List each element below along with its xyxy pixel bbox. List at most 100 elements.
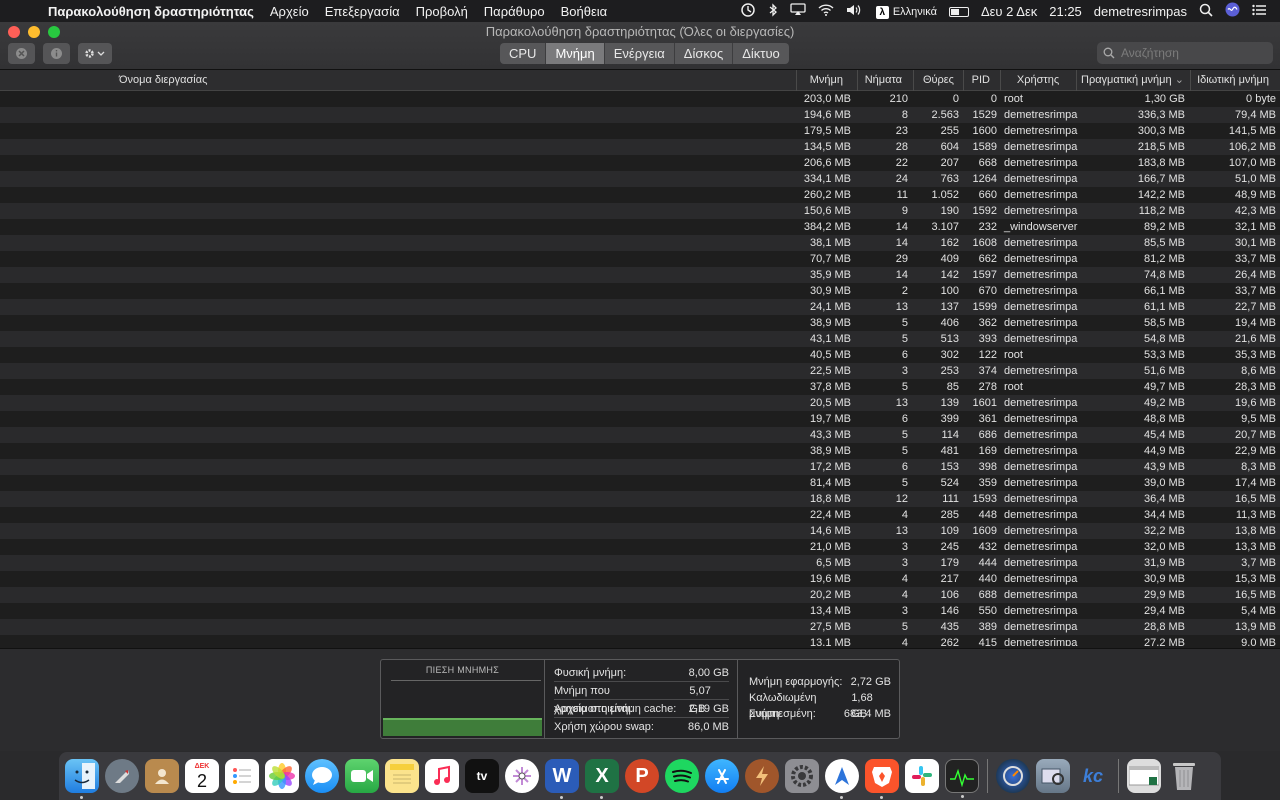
menu-app-name[interactable]: Παρακολούθηση δραστηριότητας (46, 4, 262, 19)
menubar-time[interactable]: 21:25 (1043, 4, 1088, 19)
siri-icon[interactable] (1219, 2, 1246, 20)
table-row[interactable]: 38,1 MB 14 162 1608 demetresrimpa 85,5 MB 30,1… (0, 235, 1280, 251)
menubar-user[interactable]: demetresrimpas (1088, 4, 1193, 19)
messages-icon[interactable] (305, 759, 339, 793)
istat-menus-icon[interactable] (996, 759, 1030, 793)
calendar-icon[interactable]: ΔΕΚ 2 (185, 759, 219, 793)
search-field[interactable] (1097, 42, 1273, 64)
tab-energy[interactable]: Ενέργεια (605, 43, 675, 64)
table-row[interactable]: 70,7 MB 29 409 662 demetresrimpa 81,2 MB 33,7 … (0, 251, 1280, 267)
table-row[interactable]: 81,4 MB 5 524 359 demetresrimpa 39,0 MB 17,4 M… (0, 475, 1280, 491)
bluetooth-icon[interactable] (762, 2, 784, 20)
table-row[interactable]: 384,2 MB 14 3.107 232 _windowserver 89,2 MB 32… (0, 219, 1280, 235)
column-header-threads[interactable]: Νήματα (857, 70, 906, 91)
table-row[interactable]: 14,6 MB 13 109 1609 demetresrimpa 32,2 MB 13,8… (0, 523, 1280, 539)
facetime-icon[interactable] (345, 759, 379, 793)
table-row[interactable]: 19,7 MB 6 399 361 demetresrimpa 48,8 MB 9,5 MB (0, 411, 1280, 427)
table-row[interactable]: 24,1 MB 13 137 1599 demetresrimpa 61,1 MB 22,7… (0, 299, 1280, 315)
table-row[interactable]: 6,5 MB 3 179 444 demetresrimpa 31,9 MB 3,7 MB (0, 555, 1280, 571)
trash-icon[interactable] (1167, 759, 1201, 793)
microsoft-powerpoint-icon[interactable]: P (625, 759, 659, 793)
airplay-icon[interactable] (784, 3, 812, 19)
table-row[interactable]: 194,6 MB 8 2.563 1529 demetresrimpa 336,3 MB 7… (0, 107, 1280, 123)
microsoft-excel-icon[interactable]: X (585, 759, 619, 799)
table-row[interactable]: 13,4 MB 3 146 550 demetresrimpa 29,4 MB 5,4 MB (0, 603, 1280, 619)
table-row[interactable]: 38,9 MB 5 406 362 demetresrimpa 58,5 MB 19,4 M… (0, 315, 1280, 331)
minimized-window-thumbnail[interactable] (1127, 759, 1161, 793)
table-row[interactable]: 22,5 MB 3 253 374 demetresrimpa 51,6 MB 8,6 MB (0, 363, 1280, 379)
notification-center-icon[interactable] (1246, 4, 1272, 19)
menu-window[interactable]: Παράθυρο (476, 4, 553, 19)
table-row[interactable]: 20,2 MB 4 106 688 demetresrimpa 29,9 MB 16,5 M… (0, 587, 1280, 603)
table-row[interactable]: 203,0 MB 210 0 0 root 1,30 GB 0 byte (0, 91, 1280, 107)
contacts-icon[interactable] (145, 759, 179, 793)
battery-icon[interactable] (943, 4, 975, 19)
activity-monitor-icon[interactable] (945, 759, 979, 798)
tab-cpu[interactable]: CPU (500, 43, 547, 64)
table-row[interactable]: 260,2 MB 11 1.052 660 demetresrimpa 142,2 MB 4… (0, 187, 1280, 203)
table-row[interactable]: 206,6 MB 22 207 668 demetresrimpa 183,8 MB 107… (0, 155, 1280, 171)
system-preferences-icon[interactable] (785, 759, 819, 793)
apple-tv-icon[interactable]: tv (465, 759, 499, 793)
table-row[interactable]: 17,2 MB 6 153 398 demetresrimpa 43,9 MB 8,3 MB (0, 459, 1280, 475)
microsoft-word-icon[interactable]: W (545, 759, 579, 799)
column-header-pid[interactable]: PID (963, 70, 994, 91)
table-row[interactable]: 35,9 MB 14 142 1597 demetresrimpa 74,8 MB 26,4… (0, 267, 1280, 283)
table-row[interactable]: 40,5 MB 6 302 122 root 53,3 MB 35,3 MB (0, 347, 1280, 363)
testflight-icon[interactable] (505, 759, 539, 793)
search-input[interactable] (1121, 46, 1261, 60)
table-row[interactable]: 43,1 MB 5 513 393 demetresrimpa 54,8 MB 21,6 M… (0, 331, 1280, 347)
tab-network[interactable]: Δίκτυο (733, 43, 789, 64)
column-header-user[interactable]: Χρήστης (1000, 70, 1075, 91)
table-row[interactable]: 13,1 MB 4 262 415 demetresrimpa 27,2 MB 9,0 MB (0, 635, 1280, 646)
menu-file[interactable]: Αρχείο (262, 4, 317, 19)
inspect-process-button[interactable] (43, 43, 70, 64)
column-header-ports[interactable]: Θύρες (913, 70, 958, 91)
table-row[interactable]: 30,9 MB 2 100 670 demetresrimpa 66,1 MB 33,7 M… (0, 283, 1280, 299)
table-row[interactable]: 27,5 MB 5 435 389 demetresrimpa 28,8 MB 13,9 M… (0, 619, 1280, 635)
menubar-date[interactable]: Δευ 2 Δεκ (975, 4, 1043, 19)
table-row[interactable]: 19,6 MB 4 217 440 demetresrimpa 30,9 MB 15,3 M… (0, 571, 1280, 587)
table-row[interactable]: 179,5 MB 23 255 1600 demetresrimpa 300,3 MB 14… (0, 123, 1280, 139)
time-machine-icon[interactable] (734, 2, 762, 20)
input-source-menu[interactable]: λ Ελληνικά (870, 3, 943, 19)
app-store-icon[interactable] (705, 759, 739, 793)
table-row[interactable]: 150,6 MB 9 190 1592 demetresrimpa 118,2 MB 42,… (0, 203, 1280, 219)
reminders-icon[interactable] (225, 759, 259, 793)
column-header-process-name[interactable]: Όνομα διεργασίας (115, 70, 211, 91)
launchpad-icon[interactable] (105, 759, 139, 793)
table-row[interactable]: 334,1 MB 24 763 1264 demetresrimpa 166,7 MB 51… (0, 171, 1280, 187)
column-header-private-memory[interactable]: Ιδιωτική μνήμη (1190, 70, 1273, 91)
finder-icon[interactable] (65, 759, 99, 799)
table-row[interactable]: 38,9 MB 5 481 169 demetresrimpa 44,9 MB 22,9 M… (0, 443, 1280, 459)
tab-memory[interactable]: Μνήμη (546, 43, 605, 64)
table-row[interactable]: 21,0 MB 3 245 432 demetresrimpa 32,0 MB 13,3 M… (0, 539, 1280, 555)
volume-icon[interactable] (840, 4, 870, 19)
spotify-icon[interactable] (665, 759, 699, 793)
action-menu-button[interactable] (78, 43, 112, 64)
music-icon[interactable] (425, 759, 459, 793)
menu-view[interactable]: Προβολή (408, 4, 476, 19)
column-header-real-memory[interactable]: Πραγματική μνήμη ⌄ (1076, 70, 1188, 91)
slack-icon[interactable] (905, 759, 939, 793)
wifi-icon[interactable] (812, 3, 840, 19)
column-header-memory[interactable]: Μνήμη (796, 70, 847, 91)
table-row[interactable]: 22,4 MB 4 285 448 demetresrimpa 34,4 MB 11,3 M… (0, 507, 1280, 523)
reeder-icon[interactable] (745, 759, 779, 793)
preview-icon[interactable] (1036, 759, 1070, 793)
table-row[interactable]: 18,8 MB 12 111 1593 demetresrimpa 36,4 MB 16,5… (0, 491, 1280, 507)
table-row[interactable]: 134,5 MB 28 604 1589 demetresrimpa 218,5 MB 10… (0, 139, 1280, 155)
table-row[interactable]: 37,8 MB 5 85 278 root 49,7 MB 28,3 MB (0, 379, 1280, 395)
menu-edit[interactable]: Επεξεργασία (317, 4, 408, 19)
notes-icon[interactable] (385, 759, 419, 793)
kc-app-icon[interactable]: kc (1076, 759, 1110, 793)
spark-mail-icon[interactable] (825, 759, 859, 799)
spotlight-search-icon[interactable] (1193, 3, 1219, 20)
stop-process-button[interactable] (8, 43, 35, 64)
table-row[interactable]: 20,5 MB 13 139 1601 demetresrimpa 49,2 MB 19,6… (0, 395, 1280, 411)
photos-icon[interactable] (265, 759, 299, 793)
tab-disk[interactable]: Δίσκος (675, 43, 734, 64)
menu-help[interactable]: Βοήθεια (553, 4, 616, 19)
table-row[interactable]: 43,3 MB 5 114 686 demetresrimpa 45,4 MB 20,7 M… (0, 427, 1280, 443)
brave-browser-icon[interactable] (865, 759, 899, 799)
